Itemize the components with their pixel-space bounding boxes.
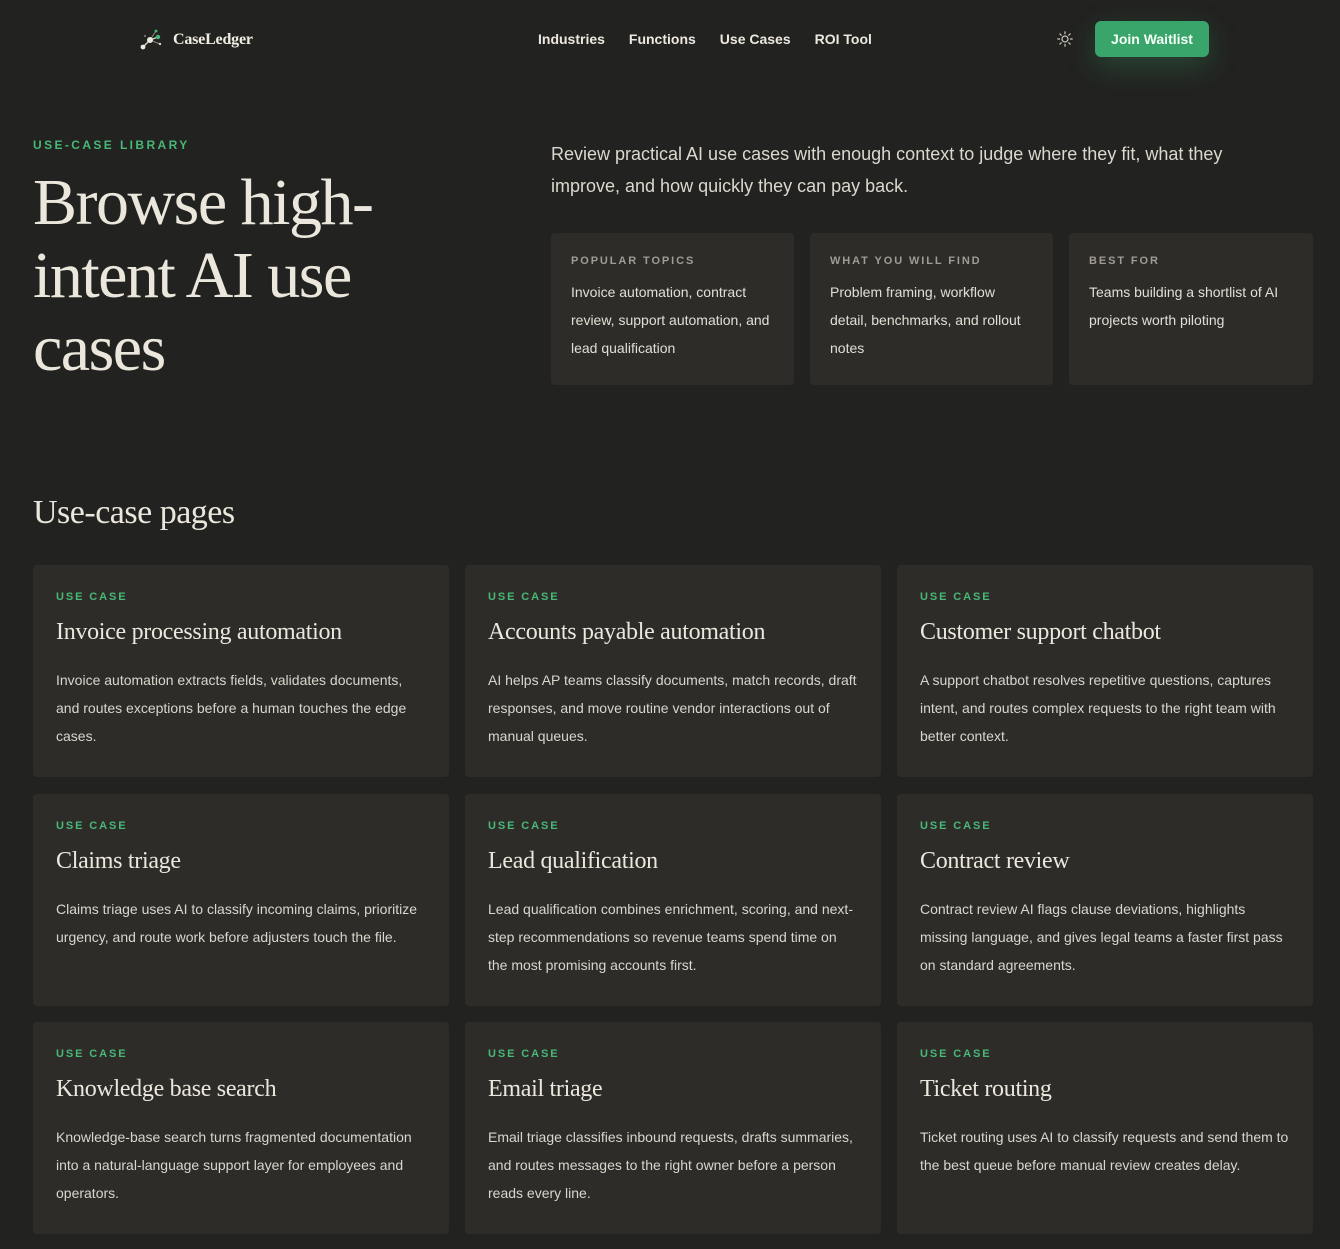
join-waitlist-button[interactable]: Join Waitlist xyxy=(1095,21,1209,57)
use-case-tag: USE CASE xyxy=(56,820,128,832)
use-case-card-accounts-payable[interactable]: USE CASE Accounts payable automation AI … xyxy=(465,565,881,777)
use-case-tag: USE CASE xyxy=(488,820,560,832)
use-case-card-email-triage[interactable]: USE CASE Email triage Email triage class… xyxy=(465,1022,881,1234)
use-case-title[interactable]: Claims triage xyxy=(56,845,425,877)
info-card-text: Invoice automation, contract review, sup… xyxy=(571,284,770,356)
use-case-description: Lead qualification combines enrichment, … xyxy=(488,901,853,973)
info-card-text: Teams building a shortlist of AI project… xyxy=(1089,284,1279,328)
use-case-card-invoice-processing[interactable]: USE CASE Invoice processing automation I… xyxy=(33,565,449,777)
nav-functions[interactable]: Functions xyxy=(629,30,696,48)
nav-roi-tool[interactable]: ROI Tool xyxy=(815,30,872,48)
sun-icon xyxy=(1057,31,1073,47)
use-case-title[interactable]: Knowledge base search xyxy=(56,1073,425,1105)
nav-industries[interactable]: Industries xyxy=(538,30,605,48)
use-case-title[interactable]: Accounts payable automation xyxy=(488,616,857,648)
info-card-label: POPULAR TOPICS xyxy=(571,255,696,267)
use-case-title[interactable]: Ticket routing xyxy=(920,1073,1289,1105)
use-case-title[interactable]: Invoice processing automation xyxy=(56,616,425,648)
info-card-best-for: BEST FOR Teams building a shortlist of A… xyxy=(1069,233,1313,385)
use-case-tag: USE CASE xyxy=(56,591,128,603)
use-case-tag: USE CASE xyxy=(920,820,992,832)
use-case-title[interactable]: Contract review xyxy=(920,845,1289,877)
use-case-description: Knowledge-base search turns fragmented d… xyxy=(56,1129,412,1201)
use-case-title[interactable]: Customer support chatbot xyxy=(920,616,1289,648)
main-nav: Industries Functions Use Cases ROI Tool xyxy=(538,30,872,48)
use-case-description: Ticket routing uses AI to classify reque… xyxy=(920,1129,1289,1173)
use-case-tag: USE CASE xyxy=(920,1048,992,1060)
use-case-title[interactable]: Email triage xyxy=(488,1073,857,1105)
use-case-description: Contract review AI flags clause deviatio… xyxy=(920,901,1283,973)
info-card-what-you-will-find: WHAT YOU WILL FIND Problem framing, work… xyxy=(810,233,1053,385)
theme-toggle[interactable] xyxy=(1055,29,1075,49)
hero-eyebrow: USE-CASE LIBRARY xyxy=(33,138,190,152)
use-case-description: A support chatbot resolves repetitive qu… xyxy=(920,672,1276,744)
use-case-tag: USE CASE xyxy=(56,1048,128,1060)
use-case-description: AI helps AP teams classify documents, ma… xyxy=(488,672,857,744)
use-case-description: Claims triage uses AI to classify incomi… xyxy=(56,901,418,945)
info-card-text: Problem framing, workflow detail, benchm… xyxy=(830,284,1021,356)
use-case-description: Email triage classifies inbound requests… xyxy=(488,1129,853,1201)
use-case-tag: USE CASE xyxy=(920,591,992,603)
use-case-card-customer-support-chatbot[interactable]: USE CASE Customer support chatbot A supp… xyxy=(897,565,1313,777)
nav-use-cases[interactable]: Use Cases xyxy=(720,30,791,48)
hero-description: Review practical AI use cases with enoug… xyxy=(551,144,1223,196)
site-header: CaseLedger Industries Functions Use Case… xyxy=(0,0,1340,80)
info-card-popular-topics: POPULAR TOPICS Invoice automation, contr… xyxy=(551,233,794,385)
use-case-tag: USE CASE xyxy=(488,591,560,603)
use-case-description: Invoice automation extracts fields, vali… xyxy=(56,672,407,744)
page-title: Browse high-intent AI use cases xyxy=(33,166,374,385)
info-card-label: BEST FOR xyxy=(1089,255,1160,267)
use-case-card-knowledge-base-search[interactable]: USE CASE Knowledge base search Knowledge… xyxy=(33,1022,449,1234)
brand-logo[interactable]: CaseLedger xyxy=(139,26,253,54)
info-card-label: WHAT YOU WILL FIND xyxy=(830,255,982,267)
brand-name: CaseLedger xyxy=(173,31,253,48)
use-case-title[interactable]: Lead qualification xyxy=(488,845,857,877)
use-case-card-claims-triage[interactable]: USE CASE Claims triage Claims triage use… xyxy=(33,794,449,1006)
constellation-logo-icon xyxy=(140,29,162,50)
use-case-card-ticket-routing[interactable]: USE CASE Ticket routing Ticket routing u… xyxy=(897,1022,1313,1234)
section-title: Use-case pages xyxy=(33,494,235,531)
use-case-tag: USE CASE xyxy=(488,1048,560,1060)
use-case-card-contract-review[interactable]: USE CASE Contract review Contract review… xyxy=(897,794,1313,1006)
use-case-card-lead-qualification[interactable]: USE CASE Lead qualification Lead qualifi… xyxy=(465,794,881,1006)
